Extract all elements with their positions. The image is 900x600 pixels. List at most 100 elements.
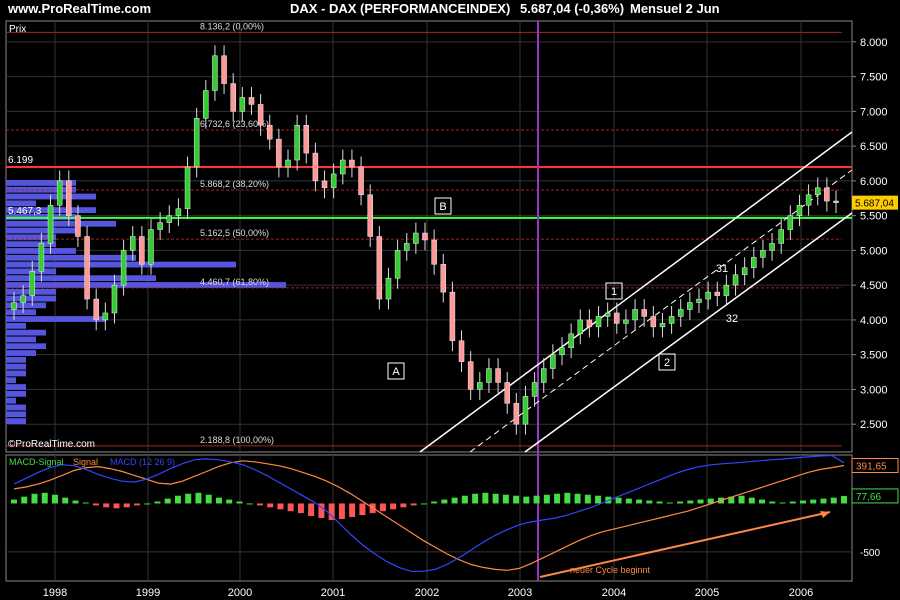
candle-body	[266, 125, 273, 140]
candle-body	[230, 83, 236, 112]
macd-histogram-bar	[379, 503, 386, 512]
volume-profile-bar	[6, 275, 156, 282]
y-tick-label: 2.500	[860, 419, 888, 431]
candle-body	[56, 180, 63, 206]
candle-body	[513, 403, 520, 425]
candle-body	[349, 159, 355, 168]
candle-body	[732, 274, 739, 286]
y-tick-label: 7.500	[860, 72, 888, 84]
macd-histogram-bar	[625, 498, 632, 504]
channel-upper	[419, 131, 853, 453]
macd-histogram-bar	[420, 503, 427, 505]
dax-chart-svg: 1998 1999 2000 2001 2002 2003 2004 2005 2006 8.00…	[5, 20, 899, 599]
candle-body	[312, 152, 319, 182]
candle-body	[467, 361, 474, 390]
candle-body	[148, 229, 154, 265]
legend-macd-signal: MACD-Signal	[9, 457, 64, 467]
candle-body	[239, 97, 246, 112]
candle-body	[668, 316, 675, 324]
macd-histogram-bar	[482, 492, 489, 504]
x-tick-label: 2006	[789, 587, 813, 599]
macd-histogram-bar	[677, 501, 684, 504]
candle-body	[741, 267, 748, 275]
candle-body	[760, 250, 766, 258]
macd-histogram-bar	[338, 503, 345, 519]
candle-body	[221, 55, 227, 84]
volume-profile-bar	[6, 370, 26, 377]
candle-body	[285, 159, 291, 168]
legend-signal: Signal	[73, 457, 98, 467]
macd-histogram-bar	[574, 493, 581, 504]
volume-profile-bar	[6, 384, 26, 390]
candle-body	[29, 271, 36, 296]
candle-body	[458, 340, 465, 362]
candle-body	[641, 309, 647, 317]
macd-histogram-bar	[656, 501, 663, 504]
macd-histogram-bar	[174, 495, 181, 504]
candle-body	[203, 90, 209, 119]
macd-y-tick-label: -500	[860, 548, 880, 559]
candle-body	[805, 194, 812, 206]
macd-histogram-bar	[810, 499, 817, 504]
macd-histogram-bar	[472, 493, 479, 504]
candle-body	[723, 284, 730, 296]
candle-body	[157, 222, 163, 230]
candle-body	[102, 312, 109, 321]
candle-body	[120, 250, 127, 286]
macd-histogram-bar	[615, 497, 622, 504]
x-tick-label: 2002	[415, 587, 439, 599]
x-tick-label: 2004	[602, 587, 626, 599]
candle-body	[321, 180, 328, 189]
candle-body	[330, 173, 337, 189]
macd-histogram-bar	[113, 503, 120, 509]
macd-histogram-bar	[62, 497, 69, 504]
macd-histogram-bar	[441, 499, 448, 504]
volume-profile-bar	[6, 363, 26, 370]
candle-body	[614, 312, 620, 324]
macd-histogram-bar	[226, 499, 233, 504]
candle-body	[623, 319, 629, 324]
volume-profile-bar	[6, 220, 116, 227]
macd-histogram-bar	[461, 495, 468, 504]
macd-histogram-bar	[759, 499, 766, 504]
y-tick-label: 6.000	[860, 176, 888, 188]
macd-histogram-bar	[133, 503, 140, 506]
candle-body	[139, 236, 145, 265]
candle-body	[550, 354, 556, 369]
wave-label: B	[439, 201, 446, 213]
macd-histogram-bar	[451, 497, 458, 504]
macd-histogram-bar	[103, 503, 110, 508]
candle-body	[47, 204, 54, 244]
candle-body	[367, 194, 373, 237]
macd-histogram-bar	[82, 502, 89, 504]
macd-histogram-bar	[236, 501, 243, 504]
macd-histogram-bar	[523, 496, 530, 504]
volume-profile-bar	[6, 356, 26, 363]
volume-profile-bar	[6, 411, 26, 418]
candle-body	[531, 382, 538, 397]
candle-body	[385, 277, 392, 300]
macd-histogram-bar	[72, 500, 79, 504]
candle-body	[687, 302, 693, 310]
macd-line	[13, 454, 845, 572]
volume-profile-bar	[6, 418, 26, 424]
candle-body	[248, 97, 255, 105]
macd-histogram-bar	[144, 503, 151, 505]
volume-profile-bar	[6, 316, 106, 322]
y-tick-label: 5.500	[860, 211, 888, 223]
macd-histogram-bar	[277, 503, 284, 510]
volume-profile-bar	[6, 397, 16, 404]
candle-body	[11, 302, 17, 310]
macd-histogram-bar	[215, 497, 222, 504]
macd-histogram-bar	[185, 493, 192, 504]
macd-histogram-bar	[410, 503, 417, 506]
fib-label: 8.136,2 (0,00%)	[200, 21, 264, 31]
candle-body	[577, 319, 584, 335]
candle-body	[824, 187, 830, 202]
macd-histogram-bar	[830, 497, 837, 504]
macd-histogram-bar	[687, 500, 694, 504]
candle-body	[431, 239, 437, 265]
y-tick-label: 5.000	[860, 245, 888, 257]
candle-body	[38, 243, 45, 272]
macd-histogram-bar	[513, 495, 520, 504]
